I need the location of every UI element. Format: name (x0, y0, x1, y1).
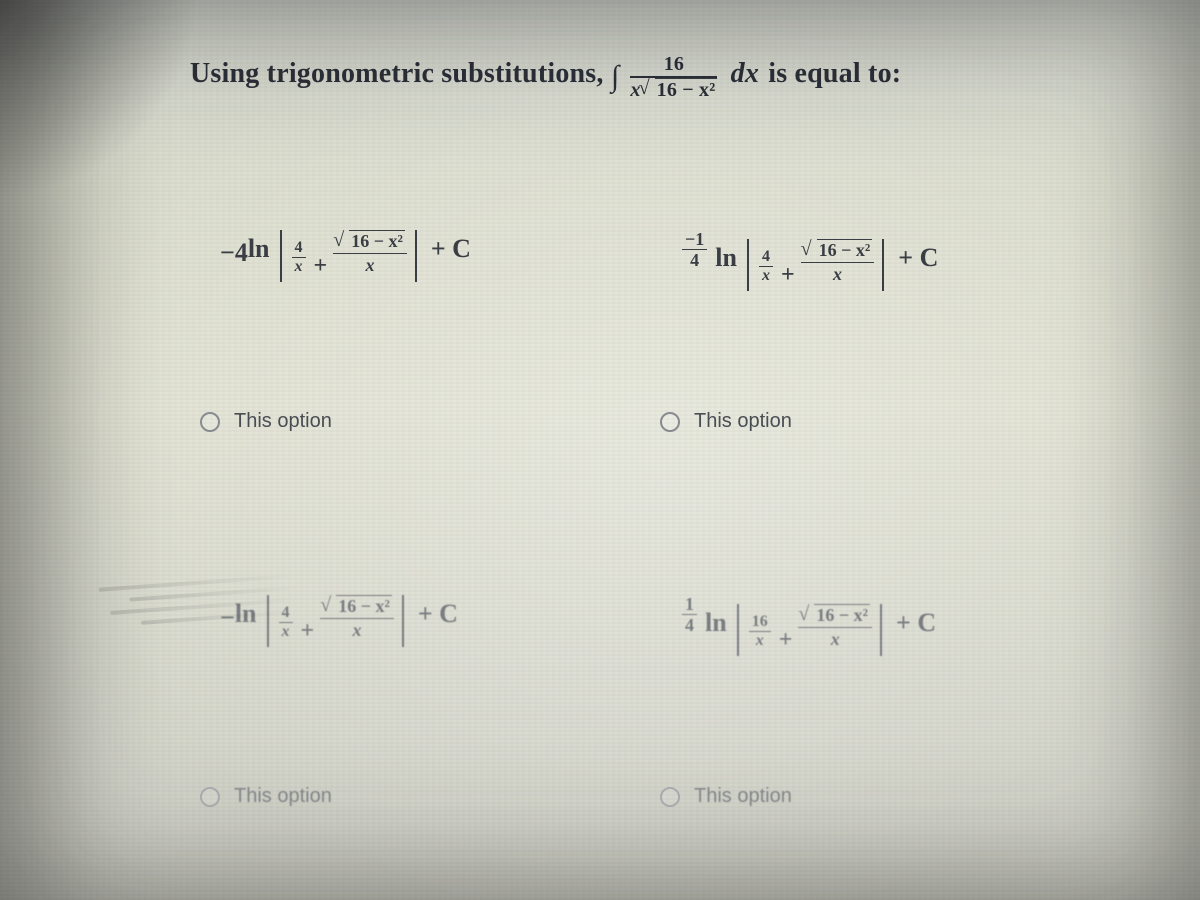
radio-unchecked-icon[interactable] (660, 787, 680, 807)
abs-first-term: 4 x (292, 240, 306, 275)
ln: ln (235, 599, 257, 628)
option-2-radio-row[interactable]: This option (660, 410, 792, 433)
option-label: This option (234, 785, 332, 808)
coef: −4 (220, 238, 248, 267)
coef-fraction: −1 4 (682, 230, 707, 269)
options-grid: −4ln 4 x + 16 − x² x + C This option (170, 210, 1050, 870)
ln: ln (248, 234, 270, 263)
option-3: −ln 4 x + 16 − x² x + C This option (170, 575, 590, 870)
plus-c: + C (418, 599, 458, 628)
integrand-numerator: 16 (630, 54, 717, 78)
abs-second-term: 16 − x² x (798, 606, 872, 649)
option-2: −1 4 ln 4 x + 16 − x² x + C (630, 210, 1050, 505)
abs-first-term: 16 x (749, 614, 771, 649)
abs-bars: 4 x + 16 − x² x (267, 595, 404, 647)
radio-unchecked-icon[interactable] (200, 787, 220, 807)
abs-second-term: 16 − x² x (320, 597, 394, 640)
option-1-radio-row[interactable]: This option (200, 410, 332, 433)
integral-sign: ∫ (611, 60, 619, 93)
option-1-formula: −4ln 4 x + 16 − x² x + C (220, 230, 471, 282)
ln: ln (715, 243, 737, 272)
radio-unchecked-icon[interactable] (660, 412, 680, 432)
option-label: This option (694, 410, 792, 433)
abs-bars: 4 x + 16 − x² x (747, 239, 884, 291)
option-label: This option (694, 785, 792, 808)
option-4-formula: 1 4 ln 16 x + 16 − x² x + C (680, 595, 936, 656)
abs-second-term: 16 − x² x (333, 232, 407, 275)
option-label: This option (234, 410, 332, 433)
ln: ln (705, 608, 727, 637)
plus-c: + C (898, 243, 938, 272)
plus-c: + C (896, 608, 936, 637)
abs-bars: 16 x + 16 − x² x (737, 604, 882, 656)
option-1: −4ln 4 x + 16 − x² x + C This option (170, 210, 590, 505)
option-3-formula: −ln 4 x + 16 − x² x + C (220, 595, 458, 647)
radio-unchecked-icon[interactable] (200, 412, 220, 432)
integrand-denominator: x16 − x² (630, 78, 717, 101)
option-4: 1 4 ln 16 x + 16 − x² x + C (630, 575, 1050, 870)
option-3-radio-row[interactable]: This option (200, 785, 332, 808)
plus-c: + C (431, 234, 471, 263)
abs-second-term: 16 − x² x (801, 241, 875, 284)
abs-first-term: 4 x (279, 605, 293, 640)
question-prompt: Using trigonometric substitutions, ∫ 16 … (190, 54, 901, 101)
coef: − (220, 603, 235, 632)
dx: dx (731, 58, 759, 89)
abs-first-term: 4 x (759, 249, 773, 284)
question-tail: is equal to: (768, 58, 901, 89)
abs-bars: 4 x + 16 − x² x (280, 230, 417, 282)
option-4-radio-row[interactable]: This option (660, 785, 792, 808)
integrand-fraction: 16 x16 − x² (630, 54, 717, 101)
coef-fraction: 1 4 (682, 595, 697, 634)
option-2-formula: −1 4 ln 4 x + 16 − x² x + C (680, 230, 938, 291)
question-lead: Using trigonometric substitutions, (190, 58, 604, 89)
